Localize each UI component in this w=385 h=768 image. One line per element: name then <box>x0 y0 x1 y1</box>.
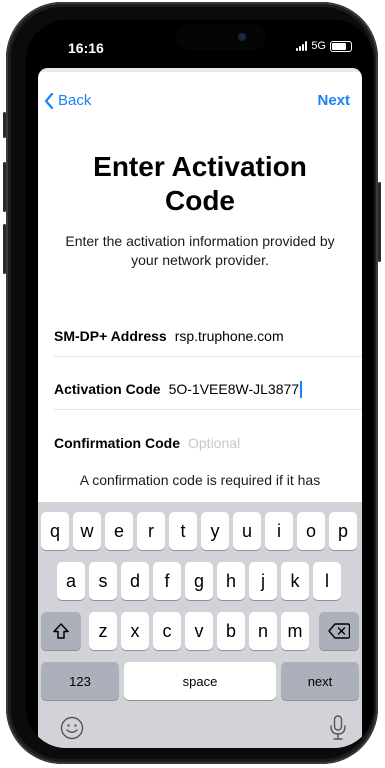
chevron-left-icon <box>44 92 54 109</box>
camera-icon <box>238 33 246 41</box>
key-e[interactable]: e <box>105 512 133 550</box>
key-v[interactable]: v <box>185 612 213 650</box>
delete-key[interactable] <box>319 612 359 650</box>
activation-code-field[interactable]: Activation Code 5O-1VEE8W-JL3877 <box>54 369 362 410</box>
screen: 16:16 5G Back Next Enter Activation Code… <box>26 20 374 748</box>
confirmation-code-label: Confirmation Code <box>54 435 180 451</box>
smdp-address-label: SM-DP+ Address <box>54 328 167 344</box>
key-r[interactable]: r <box>137 512 165 550</box>
key-h[interactable]: h <box>217 562 245 600</box>
shift-key[interactable] <box>41 612 81 650</box>
network-label: 5G <box>311 40 326 52</box>
shift-icon <box>53 623 69 639</box>
next-key[interactable]: next <box>281 662 359 700</box>
smdp-address-field[interactable]: SM-DP+ Address rsp.truphone.com <box>54 316 362 357</box>
confirmation-note: A confirmation code is required if it ha… <box>79 472 321 488</box>
key-c[interactable]: c <box>153 612 181 650</box>
key-p[interactable]: p <box>329 512 357 550</box>
volume-up-button <box>3 162 6 212</box>
key-x[interactable]: x <box>121 612 149 650</box>
key-y[interactable]: y <box>201 512 229 550</box>
microphone-icon <box>330 715 346 740</box>
battery-icon <box>330 40 352 52</box>
key-a[interactable]: a <box>57 562 85 600</box>
key-t[interactable]: t <box>169 512 197 550</box>
activation-code-value: 5O-1VEE8W-JL3877 <box>168 381 300 397</box>
page-title: Enter Activation Code <box>38 150 362 218</box>
key-s[interactable]: s <box>89 562 117 600</box>
page-subtitle: Enter the activation information provide… <box>65 233 335 268</box>
activation-code-label: Activation Code <box>54 381 161 397</box>
key-o[interactable]: o <box>297 512 325 550</box>
keyboard: q w e r t y u i o p a s d f g h j k l z … <box>38 502 362 748</box>
key-b[interactable]: b <box>217 612 245 650</box>
key-f[interactable]: f <box>153 562 181 600</box>
nav-bar: Back Next <box>38 92 362 116</box>
confirmation-code-field[interactable]: Confirmation Code Optional <box>54 423 362 463</box>
space-key[interactable]: space <box>124 662 276 700</box>
numbers-key[interactable]: 123 <box>41 662 119 700</box>
status-indicators: 5G <box>296 40 352 52</box>
text-cursor <box>300 380 303 398</box>
volume-down-button <box>3 224 6 274</box>
key-m[interactable]: m <box>281 612 309 650</box>
back-button[interactable]: Back <box>44 92 91 109</box>
page-title-text: Enter Activation Code <box>93 151 307 216</box>
delete-icon <box>328 623 350 639</box>
key-l[interactable]: l <box>313 562 341 600</box>
key-i[interactable]: i <box>265 512 293 550</box>
phone-frame: 16:16 5G Back Next Enter Activation Code… <box>3 2 381 764</box>
key-z[interactable]: z <box>89 612 117 650</box>
mute-switch <box>3 112 6 138</box>
next-button[interactable]: Next <box>317 92 350 109</box>
smdp-address-value: rsp.truphone.com <box>174 328 284 344</box>
back-label: Back <box>58 92 92 109</box>
key-k[interactable]: k <box>281 562 309 600</box>
key-w[interactable]: w <box>73 512 101 550</box>
key-n[interactable]: n <box>249 612 277 650</box>
signal-icon <box>296 41 308 51</box>
emoji-icon <box>60 716 84 740</box>
status-time: 16:16 <box>68 40 104 56</box>
key-g[interactable]: g <box>185 562 213 600</box>
key-u[interactable]: u <box>233 512 261 550</box>
notch <box>176 24 266 50</box>
emoji-button[interactable] <box>58 714 86 742</box>
power-button <box>378 182 381 262</box>
confirmation-code-placeholder: Optional <box>188 435 241 451</box>
key-q[interactable]: q <box>41 512 69 550</box>
key-d[interactable]: d <box>121 562 149 600</box>
dictation-button[interactable] <box>324 714 352 742</box>
key-j[interactable]: j <box>249 562 277 600</box>
